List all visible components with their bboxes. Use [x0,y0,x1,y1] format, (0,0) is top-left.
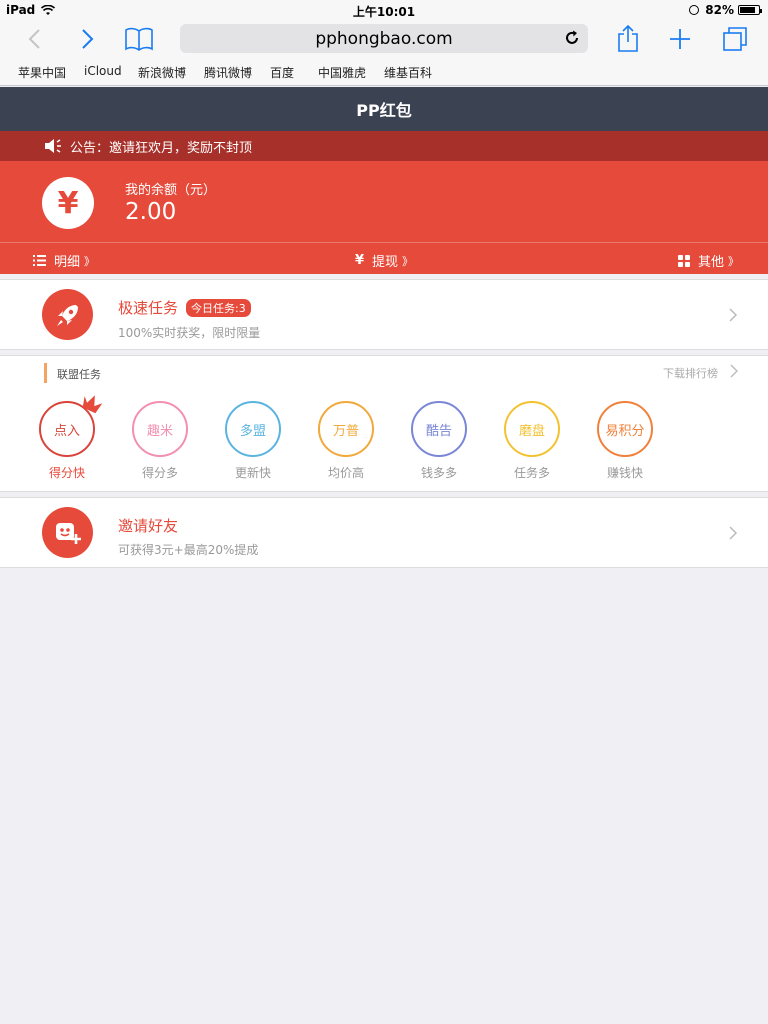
partner-tag: 更新快 [234,466,271,480]
chevron-right-icon[interactable] [730,364,738,378]
share-icon [618,25,638,52]
fast-task-title: 极速任务 [118,299,179,317]
partner-tag: 赚钱快 [606,466,643,480]
book-icon [125,27,153,51]
partner-tag: 均价高 [327,466,364,480]
invite-title: 邀请好友 [118,517,179,535]
double-chevron-icon: 》 [84,254,96,268]
yen-icon: ¥ [42,177,94,229]
double-chevron-icon: 》 [402,254,414,268]
page-title: PP红包 [356,101,412,120]
reload-icon[interactable] [562,28,582,48]
alliance-title: 联盟任务 [57,368,101,381]
other-button[interactable]: 其他 》 [678,251,739,270]
balance-card: ¥ 我的余额（元） 2.00 明细 》 ¥ 提现 》 其他 》 [0,161,768,274]
favorite-link[interactable]: 苹果中国 [18,64,66,81]
alliance-partner-2[interactable]: 多盟 更新快 [225,401,281,481]
chevron-right-icon [82,29,94,49]
crown-icon [82,395,103,414]
announcement-text: 公告：邀请狂欢月，奖励不封顶 [70,140,253,156]
double-chevron-icon: 》 [728,254,740,268]
alliance-tasks-section: 联盟任务 下载排行榜 点入 得分快 趣米 得分多 多盟 更新快 万普 均价高 酷告 钱多多 磨盘 任务… [0,355,768,492]
partner-tag: 得分多 [141,466,178,480]
invite-friends-card[interactable]: 邀请好友 可获得3元+最高20%提成 [0,497,768,568]
favorite-link[interactable]: iCloud [84,64,122,78]
back-button[interactable] [16,22,52,56]
share-button[interactable] [610,22,646,56]
forward-button[interactable] [70,22,106,56]
yen-small-icon: ¥ [355,253,365,268]
task-count-badge: 今日任务:3 [186,298,251,317]
partner-tag: 钱多多 [420,466,457,480]
bookmarks-button[interactable] [121,22,157,56]
list-icon [33,255,46,266]
invite-friend-icon [42,507,93,558]
alliance-partner-1[interactable]: 趣米 得分多 [132,401,188,481]
favorite-link[interactable]: 腾讯微博 [204,64,252,81]
rocket-icon [42,289,93,340]
favorite-link[interactable]: 维基百科 [384,64,432,81]
withdraw-button[interactable]: ¥ 提现 》 [355,251,413,270]
tabs-icon [723,27,747,51]
other-label: 其他 [698,255,725,270]
balance-amount: 2.00 [125,199,177,225]
invite-subtitle: 可获得3元+最高20%提成 [118,543,259,557]
partner-ring: 易积分 [597,401,653,457]
battery-icon [738,5,762,15]
alliance-partner-4[interactable]: 酷告 钱多多 [411,401,467,481]
partner-ring: 万普 [318,401,374,457]
balance-label: 我的余额（元） [125,183,217,198]
alliance-partner-3[interactable]: 万普 均价高 [318,401,374,481]
chevron-right-icon [729,308,738,322]
alliance-partner-6[interactable]: 易积分 赚钱快 [597,401,653,481]
battery-percent: 82% [705,3,734,17]
partner-ring: 酷告 [411,401,467,457]
status-bar: iPad 上午10:01 82% [0,0,768,20]
balance-actions: 明细 》 ¥ 提现 》 其他 》 [0,243,768,274]
page-header: PP红包 [0,87,768,131]
details-button[interactable]: 明细 》 [33,251,95,270]
speaker-icon [45,139,61,153]
favorites-bar: 苹果中国 iCloud 新浪微博 腾讯微博 百度 中国雅虎 维基百科 [0,58,768,86]
fast-task-subtitle: 100%实时获奖，限时限量 [118,326,261,340]
new-tab-button[interactable] [662,22,698,56]
withdraw-label: 提现 [372,255,399,270]
chevron-right-icon [729,526,738,540]
partner-tag: 得分快 [48,466,85,480]
alliance-partner-5[interactable]: 磨盘 任务多 [504,401,560,481]
url-text: pphongbao.com [315,28,453,49]
section-accent-bar [44,363,47,383]
grid-icon [678,254,690,267]
address-bar[interactable]: pphongbao.com [180,24,588,53]
partner-ring: 磨盘 [504,401,560,457]
status-time: 上午10:01 [352,5,416,19]
partner-tag: 任务多 [513,466,550,480]
tabs-button[interactable] [717,22,753,56]
partner-ring: 多盟 [225,401,281,457]
partner-ring: 趣米 [132,401,188,457]
fast-task-card[interactable]: 极速任务 今日任务:3 100%实时获奖，限时限量 [0,279,768,350]
rotation-lock-icon [689,5,700,15]
download-ranking-link[interactable]: 下载排行榜 [663,365,718,381]
announcement-bar[interactable]: 公告：邀请狂欢月，奖励不封顶 [0,131,768,161]
details-label: 明细 [54,255,81,270]
plus-icon [670,29,690,49]
browser-toolbar: pphongbao.com [0,20,768,58]
favorite-link[interactable]: 新浪微博 [138,64,186,81]
favorite-link[interactable]: 百度 [270,64,294,81]
chevron-left-icon [28,29,40,49]
favorite-link[interactable]: 中国雅虎 [318,64,366,81]
